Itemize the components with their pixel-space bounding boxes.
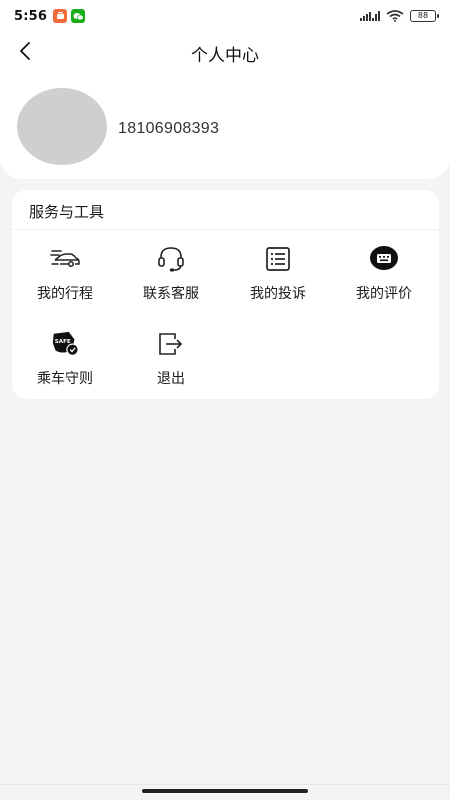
chat-bubble-icon	[369, 244, 399, 274]
notification-app-icon	[53, 9, 68, 23]
contact-support-button[interactable]: 联系客服	[118, 244, 224, 314]
my-trips-button[interactable]: 我的行程	[12, 244, 118, 314]
battery-icon: 88	[410, 10, 439, 22]
avatar[interactable]	[17, 88, 107, 165]
logout-icon	[156, 329, 186, 359]
safe-shield-icon: SAFE	[50, 329, 80, 359]
divider	[0, 784, 450, 785]
wifi-icon	[386, 7, 404, 26]
grid-label: 我的投诉	[250, 286, 306, 302]
profile-header: 个人中心 18106908393	[0, 32, 450, 179]
grid-label: 乘车守则	[37, 371, 93, 387]
home-indicator[interactable]	[142, 789, 308, 793]
signal-icon	[360, 7, 380, 26]
status-time: 5:56	[14, 8, 48, 24]
divider	[12, 229, 439, 230]
nav-bar: 个人中心	[0, 32, 450, 72]
section-title: 服务与工具	[29, 203, 105, 221]
headset-icon	[156, 244, 186, 274]
grid-label: 我的评价	[356, 286, 412, 302]
status-bar: 5:56 88	[0, 0, 450, 32]
grid-label: 我的行程	[37, 286, 93, 302]
phone-number: 18106908393	[118, 120, 220, 137]
page-title: 个人中心	[191, 46, 259, 66]
grid-label: 退出	[157, 371, 185, 387]
my-reviews-button[interactable]: 我的评价	[331, 244, 437, 314]
car-speed-icon	[50, 244, 80, 274]
svg-text:SAFE: SAFE	[55, 339, 71, 345]
my-complaints-button[interactable]: 我的投诉	[225, 244, 331, 314]
screen: 5:56 88 个人中心 18106908393 服务与工具 我的行程 联系客服…	[0, 0, 450, 800]
wechat-icon	[71, 9, 86, 23]
list-document-icon	[263, 244, 293, 274]
services-card: 服务与工具 我的行程 联系客服 我的投诉 我的评价 SAFE 乘车守则 退出	[12, 190, 439, 399]
riding-rules-button[interactable]: SAFE 乘车守则	[12, 329, 118, 399]
status-right: 88	[360, 7, 439, 26]
logout-button[interactable]: 退出	[118, 329, 224, 399]
grid-label: 联系客服	[143, 286, 199, 302]
